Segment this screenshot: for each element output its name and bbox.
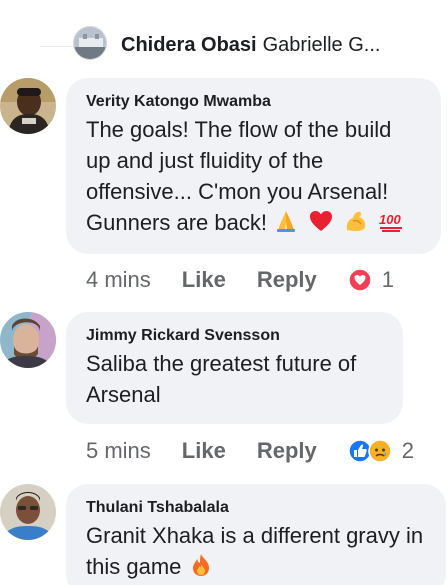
emoji-row: 100	[273, 210, 407, 235]
reaction-count: 2	[401, 438, 414, 463]
avatar[interactable]	[0, 484, 56, 540]
comment-text: The goals! The flow of the build up and …	[86, 114, 421, 238]
folded-hands-emoji-icon	[277, 211, 296, 232]
thread-name-secondary: Gabrielle G...	[262, 34, 381, 56]
thread-name-primary: Chidera Obasi	[121, 34, 257, 56]
comment-bubble[interactable]: Verity Katongo Mwamba The goals! The flo…	[66, 78, 441, 254]
fire-emoji-icon	[192, 554, 209, 576]
reactions-summary[interactable]: 1	[348, 267, 394, 293]
reply-button[interactable]: Reply	[257, 267, 317, 293]
comment-bubble[interactable]: Jimmy Rickard Svensson Saliba the greate…	[66, 312, 403, 424]
comments-panel: Chidera Obasi Gabrielle G... Verity Katon…	[0, 0, 447, 585]
reactions-summary[interactable]: 2	[348, 438, 414, 464]
comment-text-content: Granit Xhaka is a different gravy in thi…	[86, 523, 424, 579]
reply-button[interactable]: Reply	[257, 438, 317, 464]
comment-text: Granit Xhaka is a different gravy in thi…	[86, 520, 426, 582]
comment-text: Saliba the greatest future of Arsenal	[86, 351, 357, 407]
avatar-image	[0, 312, 56, 368]
thread-participant-names[interactable]: Chidera Obasi Gabrielle G...	[121, 33, 441, 57]
avatar-image	[0, 484, 56, 540]
avatar-image	[0, 78, 56, 134]
comment-timestamp[interactable]: 5 mins	[86, 438, 151, 464]
avatar-image	[74, 27, 106, 59]
like-button[interactable]: Like	[182, 438, 226, 464]
comment-author[interactable]: Jimmy Rickard Svensson	[86, 326, 383, 346]
comment-author[interactable]: Thulani Tshabalala	[86, 498, 426, 518]
svg-text:100: 100	[379, 212, 401, 227]
red-heart-emoji-icon	[310, 211, 333, 231]
avatar[interactable]	[0, 312, 56, 368]
comment-actions: 5 mins Like Reply 2	[86, 436, 414, 466]
comment-author[interactable]: Verity Katongo Mwamba	[86, 92, 421, 112]
comment-timestamp[interactable]: 4 mins	[86, 267, 151, 293]
sad-reaction-icon	[368, 439, 392, 463]
reply-thread-preview[interactable]: Chidera Obasi Gabrielle G...	[0, 0, 447, 70]
flexed-biceps-emoji-icon	[347, 211, 366, 231]
comment-actions: 4 mins Like Reply 1	[86, 265, 394, 295]
love-reaction-icon	[348, 268, 372, 292]
hundred-points-emoji-icon: 100	[379, 212, 403, 232]
comment-bubble[interactable]: Thulani Tshabalala Granit Xhaka is a dif…	[66, 484, 446, 585]
reaction-count: 1	[381, 267, 394, 292]
avatar[interactable]	[73, 26, 107, 60]
like-button[interactable]: Like	[182, 267, 226, 293]
avatar[interactable]	[0, 78, 56, 134]
